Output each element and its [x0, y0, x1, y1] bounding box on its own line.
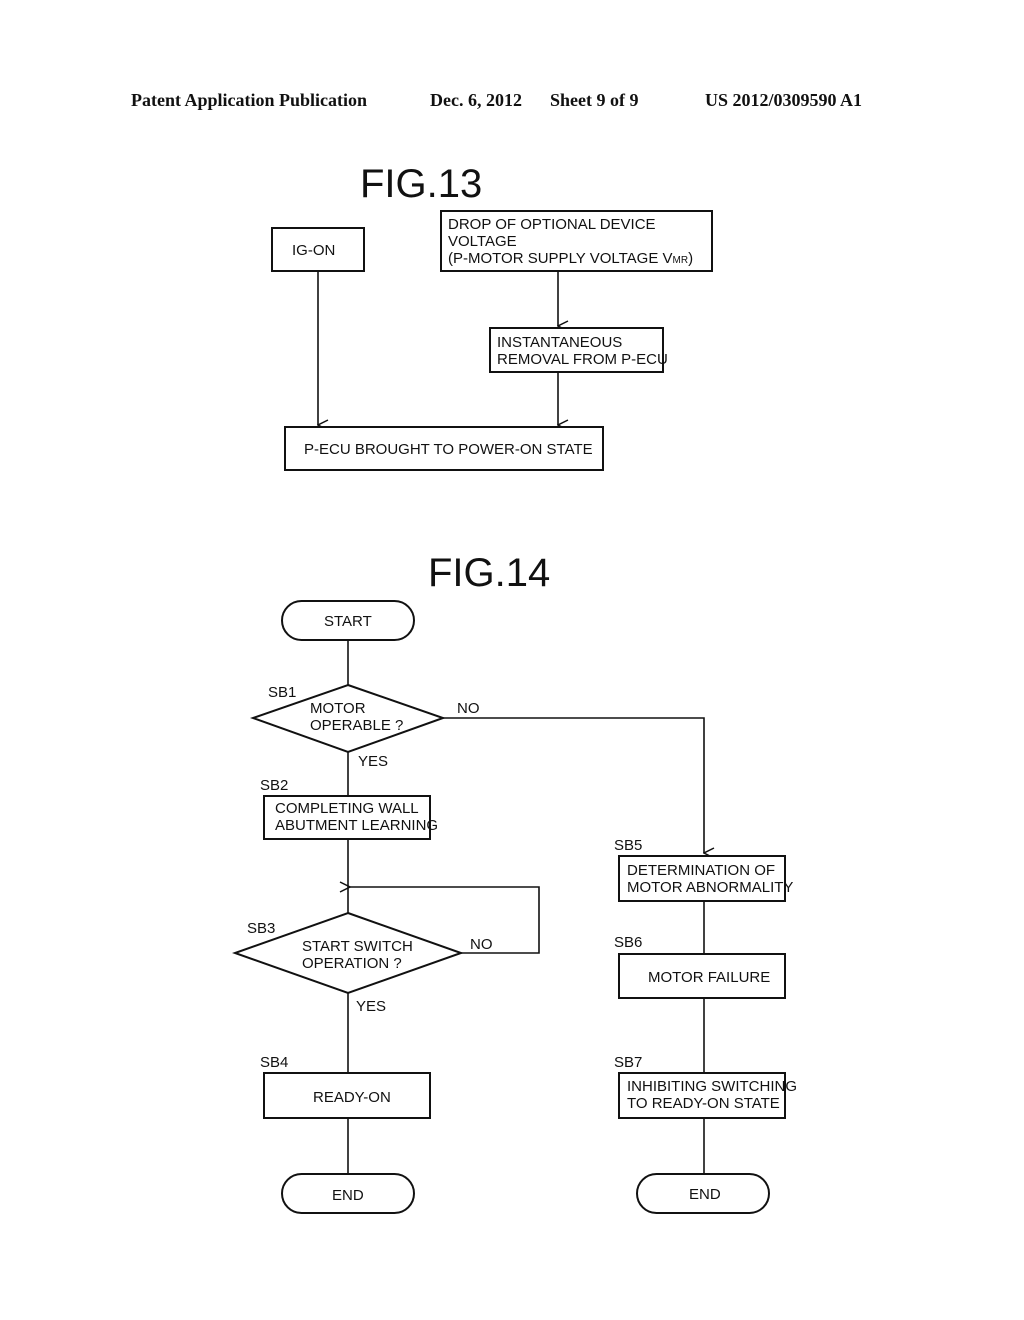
fig14-sb5-line2: MOTOR ABNORMALITY: [627, 879, 793, 896]
fig14-sb6-process: MOTOR FAILURE: [618, 953, 786, 999]
fig14-sb3-yes-label: YES: [356, 998, 386, 1015]
fig14-end-left-label: END: [332, 1187, 364, 1204]
fig14-start-label: START: [324, 613, 372, 630]
fig14-sb3-no-label: NO: [470, 936, 493, 953]
fig14-sb7-line2: TO READY-ON STATE: [627, 1095, 780, 1112]
fig14-sb5-process: DETERMINATION OF MOTOR ABNORMALITY: [618, 855, 793, 902]
fig14-sb3-line1: START SWITCH: [302, 938, 413, 955]
fig14-sb1-line1: MOTOR: [310, 700, 366, 717]
fig14-sb4-label: READY-ON: [313, 1089, 391, 1106]
fig14-sb5-id: SB5: [614, 837, 642, 854]
fig14-sb5-line1: DETERMINATION OF: [627, 862, 775, 879]
fig13-title: FIG.13: [360, 162, 482, 206]
fig13-drop-line1: DROP OF OPTIONAL DEVICE: [448, 216, 656, 233]
fig14-end-right-label: END: [689, 1186, 721, 1203]
fig14-end-terminal-right: END: [636, 1173, 770, 1214]
fig13-power-on-label: P-ECU BROUGHT TO POWER-ON STATE: [304, 441, 593, 458]
fig14-arrow-sb1-no-to-sb5: [443, 717, 704, 853]
fig14-title: FIG.14: [428, 551, 550, 595]
fig13-drop-line2: VOLTAGE: [448, 233, 517, 250]
fig14-sb7-line1: INHIBITING SWITCHING: [627, 1078, 797, 1095]
fig14-sb3-id: SB3: [247, 920, 275, 937]
fig14-sb4-id: SB4: [260, 1054, 288, 1071]
fig14-sb1-yes-label: YES: [358, 753, 388, 770]
fig14-sb7-id: SB7: [614, 1054, 642, 1071]
fig14-sb6-label: MOTOR FAILURE: [648, 969, 770, 986]
fig14-sb6-id: SB6: [614, 934, 642, 951]
fig13-voltage-drop-box: DROP OF OPTIONAL DEVICE VOLTAGE (P-MOTOR…: [440, 210, 713, 272]
fig14-sb2-id: SB2: [260, 777, 288, 794]
fig14-sb7-process: INHIBITING SWITCHING TO READY-ON STATE: [618, 1072, 797, 1119]
fig14-sb1-id: SB1: [268, 684, 296, 701]
fig13-removal-box: INSTANTANEOUS REMOVAL FROM P-ECU: [489, 327, 668, 373]
fig14-sb1-no-label: NO: [457, 700, 480, 717]
fig13-drop-line3: (P-MOTOR SUPPLY VOLTAGE VMR): [448, 250, 693, 267]
fig14-sb3-line2: OPERATION ?: [302, 955, 402, 972]
fig14-sb2-line2: ABUTMENT LEARNING: [275, 817, 438, 834]
fig14-sb2-line1: COMPLETING WALL: [275, 800, 419, 817]
fig14-start-terminal: START: [281, 600, 415, 641]
fig13-removal-line1: INSTANTANEOUS: [497, 334, 622, 351]
fig13-ig-on-label: IG-ON: [292, 242, 335, 259]
fig13-power-on-box: P-ECU BROUGHT TO POWER-ON STATE: [284, 426, 604, 471]
fig14-sb2-process: COMPLETING WALL ABUTMENT LEARNING: [263, 795, 438, 840]
fig14-sb4-process: READY-ON: [263, 1072, 431, 1119]
fig13-ig-on-box: IG-ON: [271, 227, 365, 272]
fig13-removal-line2: REMOVAL FROM P-ECU: [497, 351, 668, 368]
figures-canvas: FIG.13 IG-ON DROP OF OPTIONAL DEVICE VOL…: [232, 162, 797, 1214]
fig14-sb1-line2: OPERABLE ?: [310, 717, 403, 734]
fig14-end-terminal-left: END: [281, 1173, 415, 1214]
